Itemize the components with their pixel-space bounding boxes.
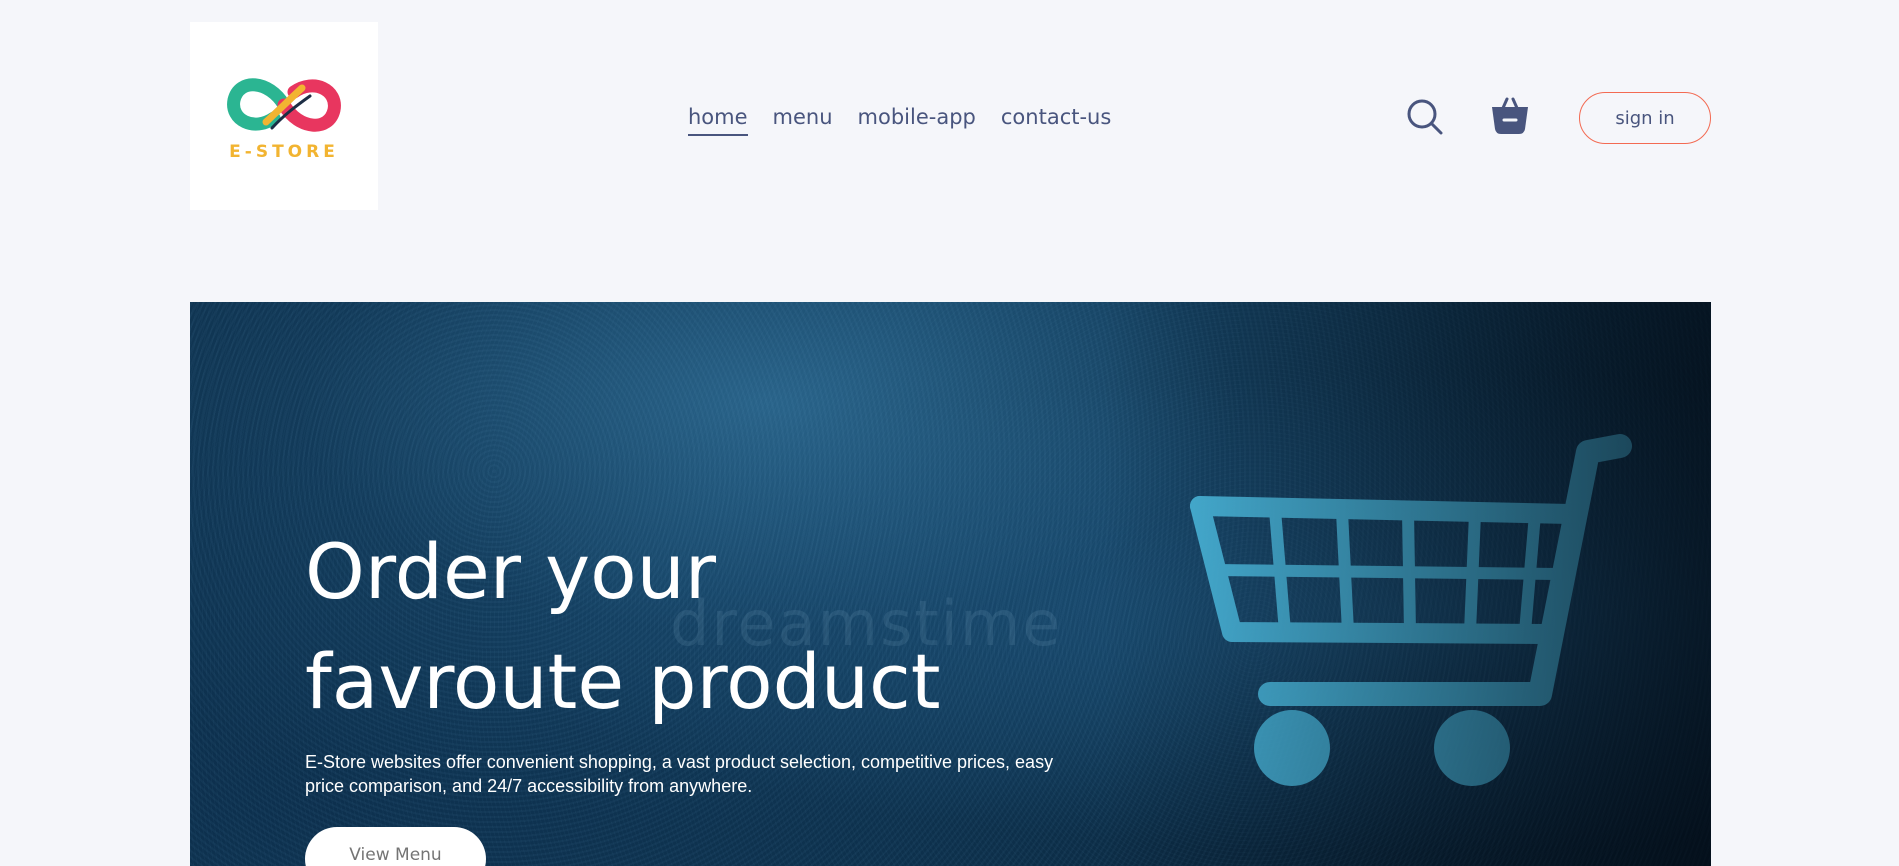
view-menu-button[interactable]: View Menu (305, 827, 486, 866)
nav-item-menu[interactable]: menu (773, 101, 833, 136)
nav-item-home[interactable]: home (688, 101, 748, 136)
search-icon[interactable] (1406, 98, 1444, 136)
brand-logo-text: E-STORE (229, 142, 339, 162)
nav-item-mobile-app[interactable]: mobile-app (858, 101, 976, 136)
nav-item-contact-us[interactable]: contact-us (1001, 101, 1111, 136)
basket-icon[interactable] (1490, 96, 1530, 136)
hero-title-line-2: favroute product (305, 637, 941, 726)
hero-title-line-1: Order your (305, 527, 717, 616)
brand-logo[interactable]: E-STORE (190, 22, 378, 210)
infinity-logo-icon (227, 78, 341, 132)
hero-description: E-Store websites offer convenient shoppi… (305, 752, 1054, 796)
page: E-STORE home menu mobile-app contact-us … (0, 0, 1899, 866)
sign-in-button[interactable]: sign in (1579, 92, 1711, 144)
main-nav: home menu mobile-app contact-us (688, 101, 1111, 136)
hero-title: Order your favroute product (305, 517, 1025, 737)
hero-banner: dreamstime Order your favroute product E… (190, 302, 1711, 866)
